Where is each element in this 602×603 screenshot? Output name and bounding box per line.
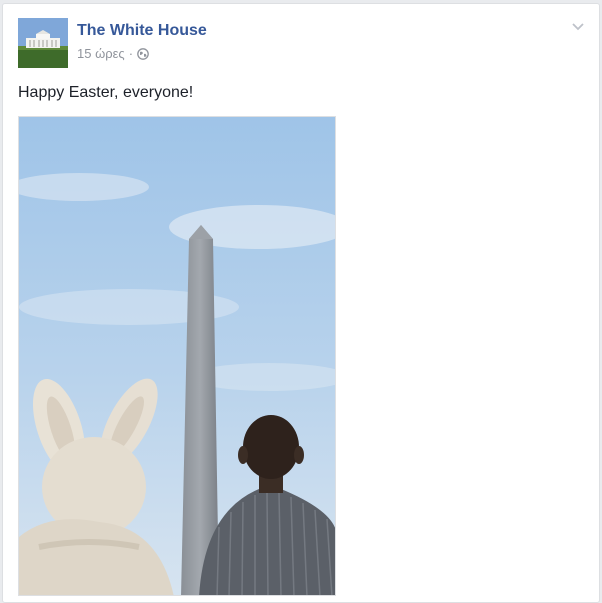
chevron-down-icon[interactable] xyxy=(571,22,585,32)
white-house-thumbnail xyxy=(18,18,68,68)
meta-separator: · xyxy=(128,46,134,61)
post-photo[interactable] xyxy=(18,116,336,596)
post-timestamp[interactable]: 15 ώρες xyxy=(77,46,125,61)
globe-icon[interactable] xyxy=(137,47,149,60)
post-card: The White House 15 ώρες · Happy Easter, … xyxy=(2,3,600,603)
post-author-link[interactable]: The White House xyxy=(77,22,207,40)
post-meta: 15 ώρες · xyxy=(77,46,149,61)
profile-avatar[interactable] xyxy=(18,18,68,68)
easter-photo-image xyxy=(19,117,335,595)
post-message: Happy Easter, everyone! xyxy=(18,84,194,101)
